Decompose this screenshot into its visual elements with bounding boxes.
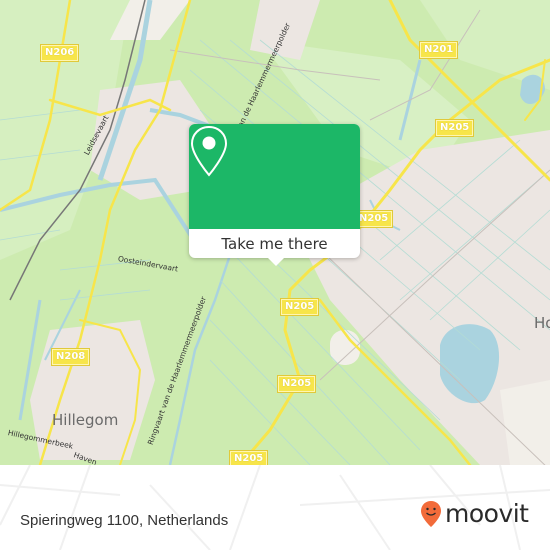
road-shield-n205: N205 — [279, 298, 320, 316]
place-label-hoofddorp: Ho — [534, 314, 550, 332]
moovit-logo[interactable]: moovit — [420, 499, 529, 528]
destination-address: Spieringweg 1100, Netherlands — [20, 512, 229, 529]
road-shield-n205: N205 — [228, 450, 269, 465]
moovit-wordmark: moovit — [445, 499, 529, 528]
location-pin-icon — [190, 125, 228, 177]
road-shield-n205: N205 — [353, 210, 394, 228]
road-shield-n201: N201 — [418, 41, 459, 59]
road-shield-n205: N205 — [434, 119, 475, 137]
take-me-there-button[interactable]: Take me there — [189, 229, 360, 258]
destination-popup[interactable]: Take me there — [189, 124, 360, 266]
place-label-hillegom: Hillegom — [52, 411, 119, 429]
road-shield-n206: N206 — [39, 44, 80, 62]
footer: Spieringweg 1100, Netherlands moovit — [0, 465, 550, 550]
moovit-smiley-pin-icon — [421, 500, 441, 527]
popup-header — [189, 124, 360, 229]
popup-pointer — [268, 258, 284, 266]
road-shield-n205: N205 — [276, 375, 317, 393]
road-shield-n208: N208 — [50, 348, 91, 366]
map-canvas[interactable]: N206 N201 N205 N205 N205 N205 N205 N208 … — [0, 0, 550, 465]
